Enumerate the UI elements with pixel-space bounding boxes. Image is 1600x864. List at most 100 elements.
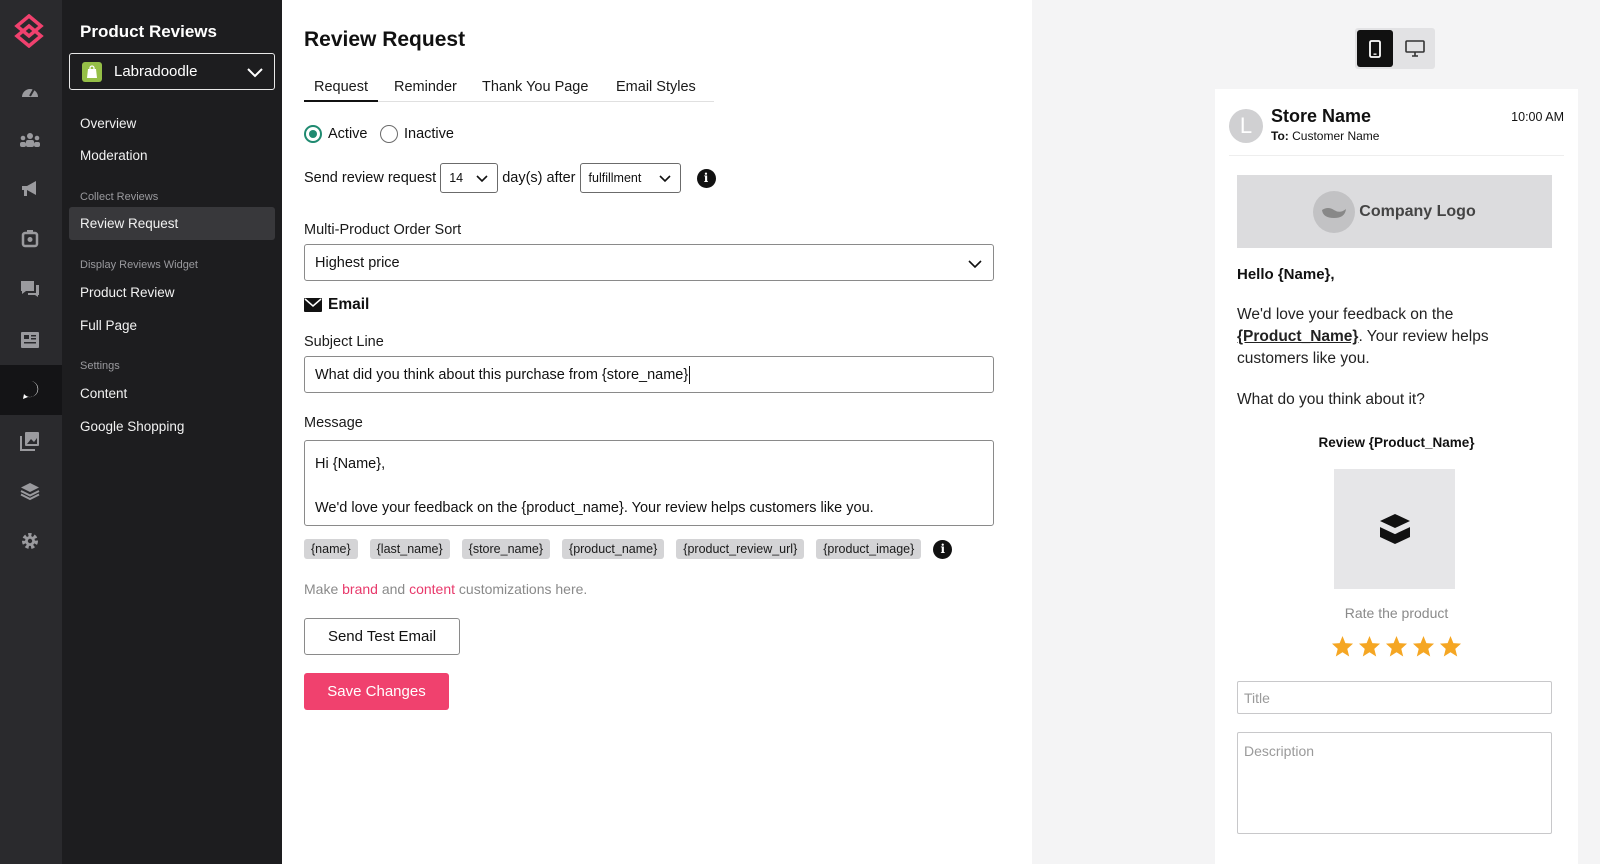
send-test-email-button[interactable]: Send Test Email — [304, 618, 460, 655]
message-line-1: Hi {Name}, — [315, 456, 386, 472]
brand-link[interactable]: brand — [342, 581, 378, 597]
message-textarea[interactable]: Hi {Name}, We'd love your feedback on th… — [304, 440, 994, 526]
review-product-title: Review {Product_Name} — [1318, 435, 1475, 450]
sidebar-item-product-review[interactable]: Product Review — [80, 285, 175, 300]
email-preview-panel: L Store Name To: Customer Name 10:00 AM … — [1032, 0, 1600, 864]
chat-icon[interactable] — [17, 276, 43, 302]
email-section-heading: Email — [304, 296, 369, 314]
info-icon[interactable]: i — [933, 539, 953, 559]
star-icon[interactable] — [1412, 635, 1435, 657]
star-rating[interactable] — [1215, 635, 1578, 657]
subject-label: Subject Line — [304, 334, 384, 350]
tab-email-styles[interactable]: Email Styles — [616, 79, 696, 95]
chevron-down-icon — [476, 175, 488, 183]
radio-active-dot[interactable] — [304, 125, 322, 143]
star-icon[interactable] — [1331, 635, 1354, 657]
preview-greeting: Hello {Name}, — [1237, 266, 1335, 283]
sort-value: Highest price — [315, 254, 400, 271]
star-icon[interactable] — [1385, 635, 1408, 657]
sidebar-item-full-page[interactable]: Full Page — [80, 318, 137, 333]
variable-chip[interactable]: {last_name} — [369, 539, 450, 559]
body-pre: We'd love your feedback on the — [1237, 306, 1454, 323]
preview-store-name: Store Name — [1271, 106, 1372, 126]
sidebar-item-overview[interactable]: Overview — [80, 116, 136, 131]
sidebar: Product Reviews Labradoodle Overview Mod… — [62, 0, 282, 864]
product-link[interactable]: {Product_Name} — [1237, 328, 1358, 345]
text-cursor — [689, 365, 691, 384]
hint-text: Make — [304, 581, 339, 597]
review-title-input[interactable]: Title — [1237, 681, 1552, 714]
sidebar-group-collect: Collect Reviews — [80, 191, 159, 203]
settings-icon[interactable] — [17, 528, 43, 554]
tab-reminder[interactable]: Reminder — [394, 79, 457, 95]
subject-input[interactable]: What did you think about this purchase f… — [304, 356, 994, 393]
send-prefix: Send review request — [304, 170, 437, 186]
newsletter-icon[interactable] — [17, 327, 43, 353]
app-logo-icon[interactable] — [14, 14, 44, 48]
reviews-icon[interactable] — [0, 365, 62, 415]
to-label: To: — [1271, 129, 1289, 143]
sidebar-item-moderation[interactable]: Moderation — [80, 148, 148, 163]
layers-icon[interactable] — [17, 478, 43, 504]
info-icon[interactable]: i — [696, 168, 716, 188]
message-label: Message — [304, 415, 363, 431]
variable-chip[interactable]: {name} — [304, 539, 358, 559]
radio-active-label: Active — [328, 126, 368, 142]
avatar: L — [1229, 109, 1263, 143]
sidebar-item-google-shopping[interactable]: Google Shopping — [80, 419, 184, 434]
hint-text: customizations here. — [458, 581, 588, 597]
device-toggle — [1355, 28, 1435, 69]
preview-time: 10:00 AM — [1511, 110, 1564, 124]
product-image-placeholder — [1334, 469, 1455, 589]
radio-inactive[interactable]: Inactive — [380, 125, 454, 143]
message-line-2: We'd love your feedback on the {product_… — [315, 500, 874, 516]
trigger-value: fulfillment — [588, 171, 642, 185]
sort-select[interactable]: Highest price — [304, 244, 994, 281]
preview-recipient: To: Customer Name — [1271, 129, 1379, 143]
sidebar-item-content[interactable]: Content — [80, 386, 127, 401]
main-panel: Review Request Request Reminder Thank Yo… — [282, 0, 1032, 864]
tab-thank-you-page[interactable]: Thank You Page — [482, 79, 588, 95]
review-description-input[interactable]: Description — [1237, 732, 1552, 834]
sidebar-title: Product Reviews — [80, 22, 217, 41]
chevron-down-icon — [247, 68, 263, 78]
mobile-view-button[interactable] — [1357, 30, 1393, 67]
subject-value: What did you think about this purchase f… — [315, 366, 689, 383]
loyalty-icon[interactable] — [17, 226, 43, 252]
radio-active[interactable]: Active — [304, 125, 368, 143]
variable-chips: {name} {last_name} {store_name} {product… — [304, 539, 953, 559]
chevron-down-icon — [968, 260, 982, 269]
trigger-select[interactable]: fulfillment — [579, 163, 681, 193]
variable-chip[interactable]: {store_name} — [461, 539, 551, 559]
desktop-view-button[interactable] — [1397, 30, 1433, 67]
customers-icon[interactable] — [17, 127, 43, 153]
star-icon[interactable] — [1439, 635, 1462, 657]
icon-rail — [0, 0, 62, 864]
hint-text: and — [381, 581, 406, 597]
sidebar-group-settings: Settings — [80, 360, 120, 372]
to-value: Customer Name — [1292, 129, 1380, 143]
days-value: 14 — [449, 171, 464, 185]
days-select[interactable]: 14 — [440, 163, 499, 193]
dashboard-icon[interactable] — [17, 78, 43, 104]
divider — [1229, 155, 1564, 156]
logo-text: Company Logo — [1359, 202, 1476, 220]
save-changes-button[interactable]: Save Changes — [304, 673, 449, 710]
sidebar-item-review-request[interactable]: Review Request — [69, 207, 275, 240]
radio-inactive-dot[interactable] — [380, 125, 398, 143]
variable-chip[interactable]: {product_name} — [562, 539, 665, 559]
star-icon[interactable] — [1358, 635, 1381, 657]
variable-chip[interactable]: {product_image} — [816, 539, 922, 559]
preview-body: We'd love your feedback on the {Product_… — [1237, 304, 1557, 370]
tab-request[interactable]: Request — [304, 79, 379, 102]
sidebar-group-display: Display Reviews Widget — [80, 259, 198, 271]
rate-label: Rate the product — [1344, 605, 1449, 621]
megaphone-icon[interactable] — [17, 176, 43, 202]
email-preview-card: L Store Name To: Customer Name 10:00 AM … — [1215, 89, 1578, 864]
mobile-icon — [1369, 39, 1381, 58]
gallery-icon[interactable] — [17, 428, 43, 454]
content-link[interactable]: content — [409, 581, 455, 597]
variable-chip[interactable]: {product_review_url} — [676, 539, 805, 559]
store-select[interactable]: Labradoodle — [69, 53, 275, 90]
envelope-icon — [304, 298, 322, 312]
